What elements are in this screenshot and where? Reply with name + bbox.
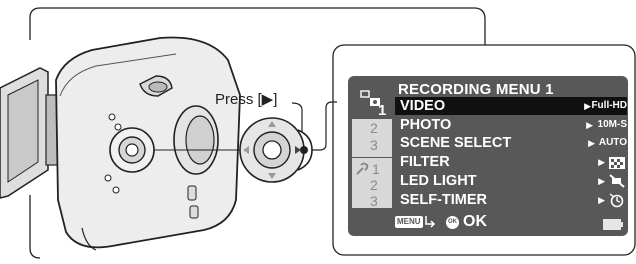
menu-button-icon: MENU [395,216,423,228]
tab-camera-1[interactable]: 1 [378,102,386,119]
menu-tab-column: 1 2 3 1 2 3 [352,90,392,222]
battery-icon [603,217,623,230]
control-dial-icon [239,117,305,183]
menu-title: RECORDING MENU 1 [398,81,554,98]
tab-setup-2[interactable]: 2 [370,177,378,193]
tab-setup-1[interactable]: 1 [372,161,380,177]
menu-item-label: PHOTO [400,117,452,133]
menu-footer: MENU OK OK [395,213,627,233]
arrow-right-icon: ▶ [598,195,605,205]
menu-item-label: VIDEO [400,98,446,114]
menu-item-value: Full-HD [591,100,627,111]
menu-item-led-light[interactable]: LED LIGHT ▶ [395,172,627,190]
arrow-right-icon: ▶ [586,120,593,130]
ok-button-icon: OK [446,216,459,229]
setup-tab-icon [355,162,369,176]
arrow-right-icon: ▶ [598,176,605,186]
camera-frame-line [29,7,41,40]
camera-frame-line [40,7,486,45]
menu-item-scene-select[interactable]: SCENE SELECT ▶ AUTO [395,134,627,152]
return-arrow-icon [423,214,437,228]
menu-item-filter[interactable]: FILTER ▶ [395,153,627,171]
tab-camera-2[interactable]: 2 [370,120,378,136]
right-button-dot [300,146,308,154]
menu-item-video[interactable]: VIDEO ▶ Full-HD [395,97,627,115]
camera-body-icon [0,36,241,251]
tab-setup-3[interactable]: 3 [370,193,378,209]
led-off-icon [609,174,625,188]
press-label: Press [▶] [215,91,278,108]
menu-item-photo[interactable]: PHOTO ▶ 10M-S [395,116,627,134]
menu-item-self-timer[interactable]: SELF-TIMER ▶ [395,191,627,209]
self-timer-icon [609,193,625,208]
menu-item-value: AUTO [598,137,627,148]
arrow-right-icon: ▶ [598,157,605,167]
tab-camera-3[interactable]: 3 [370,137,378,153]
menu-item-label: SELF-TIMER [400,192,487,208]
arrow-right-icon: ▶ [584,101,591,111]
filter-icon [609,156,625,169]
menu-item-value: 10M-S [597,119,627,130]
camera-frame-line [29,195,41,259]
menu-item-label: SCENE SELECT [400,135,512,151]
menu-item-label: LED LIGHT [400,173,477,189]
arrow-right-icon: ▶ [588,138,595,148]
ok-label: OK [463,213,487,230]
menu-item-label: FILTER [400,154,450,170]
